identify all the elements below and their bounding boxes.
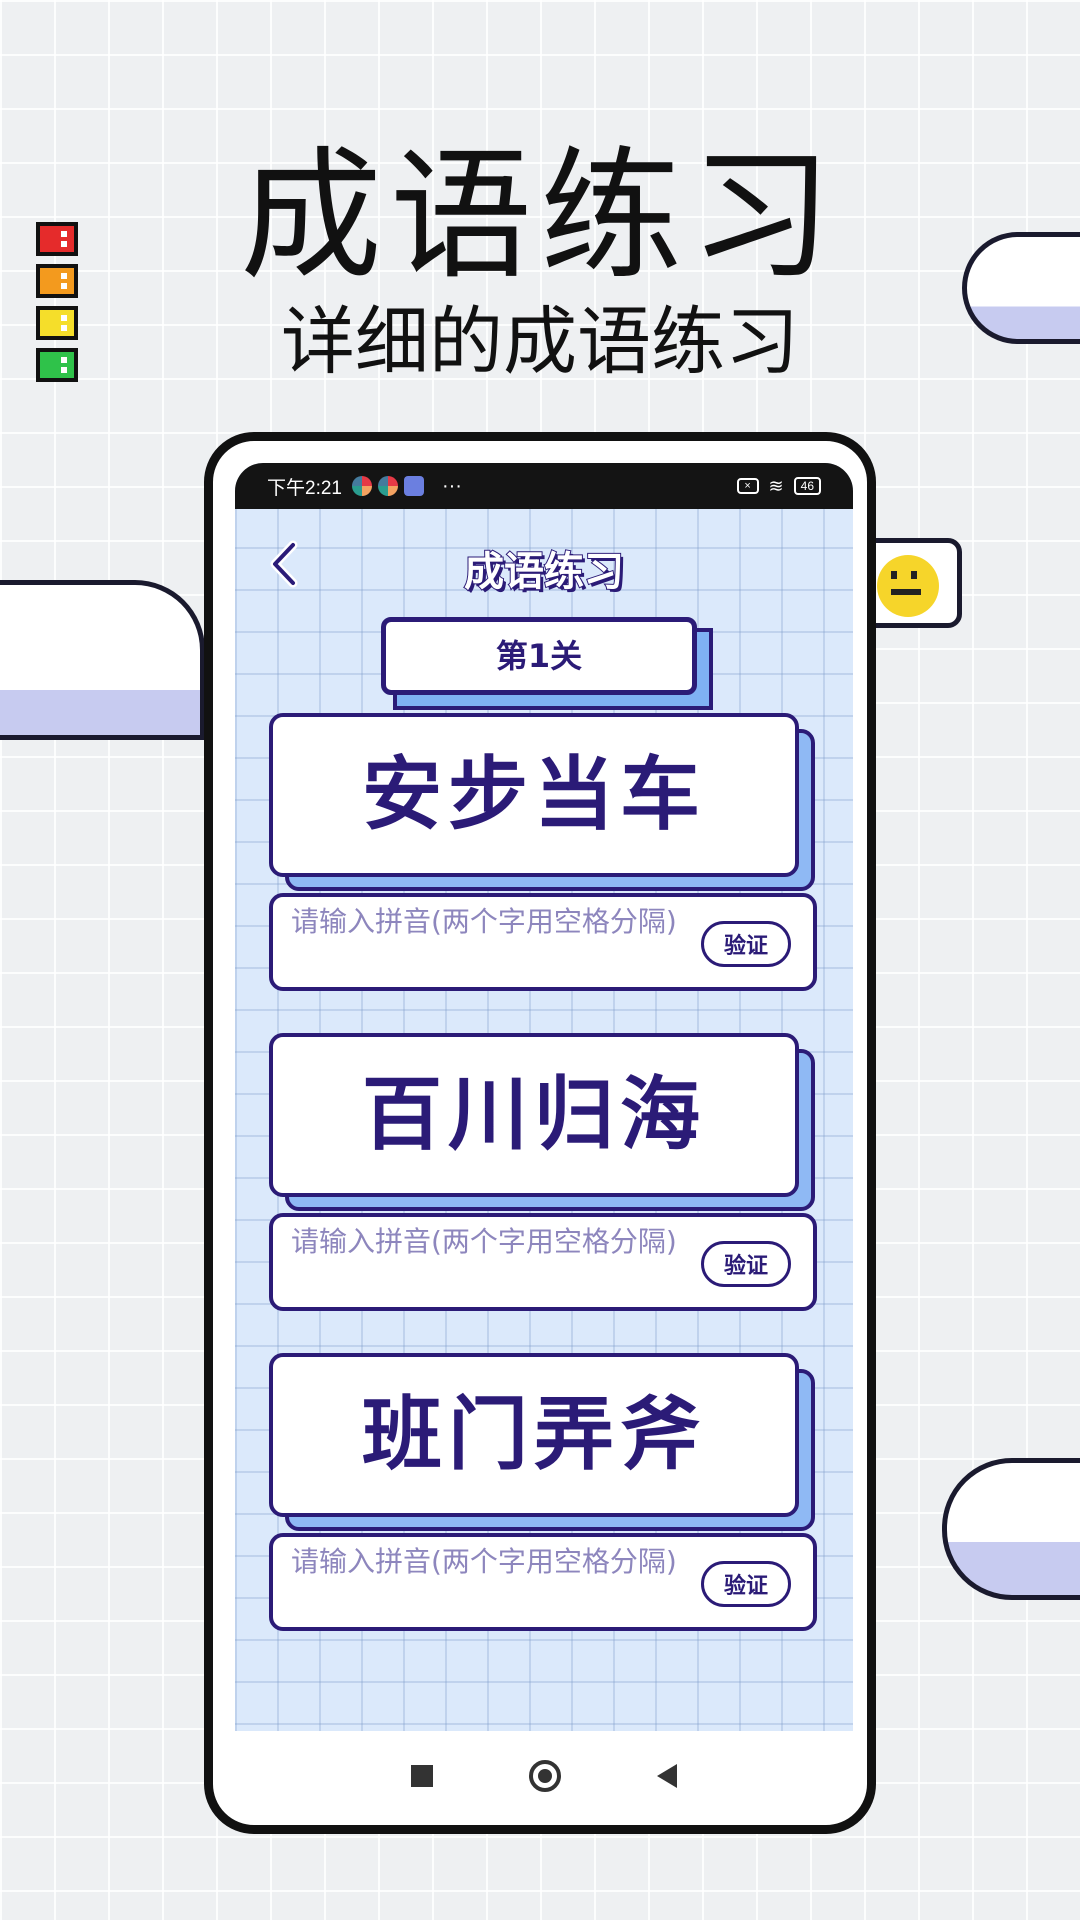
- cloud-icon: [942, 1458, 1080, 1600]
- idiom-card: 百川归海: [269, 1033, 799, 1197]
- system-nav-bar: [235, 1731, 853, 1821]
- battery-icon: 46: [793, 477, 821, 495]
- cloud-icon: [962, 232, 1080, 344]
- pinyin-input[interactable]: [291, 901, 691, 985]
- cloud-icon: [0, 580, 205, 740]
- wifi-icon: ≋: [768, 475, 784, 496]
- red-block-icon: [36, 222, 78, 256]
- screen-title: 成语练习: [463, 548, 625, 596]
- promo-title: 成语练习: [240, 134, 840, 299]
- smiley-icon: [877, 555, 939, 617]
- back-triangle-icon[interactable]: [657, 1764, 677, 1788]
- verify-button[interactable]: 验证: [701, 921, 791, 967]
- app-screen: 下午2:21 ··· × ≋ 46 成语练习 第1关 安步当车 验证: [235, 463, 853, 1731]
- pinyin-input[interactable]: [291, 1541, 691, 1625]
- more-notifications-icon: ···: [441, 474, 462, 497]
- answer-row: 验证: [269, 1533, 817, 1631]
- yellow-block-icon: [36, 306, 78, 340]
- home-circle-icon[interactable]: [529, 1760, 561, 1792]
- verify-button[interactable]: 验证: [701, 1561, 791, 1607]
- verify-button[interactable]: 验证: [701, 1241, 791, 1287]
- status-time: 下午2:21: [267, 477, 342, 499]
- green-block-icon: [36, 348, 78, 382]
- idiom-card: 安步当车: [269, 713, 799, 877]
- status-bar: 下午2:21 ··· × ≋ 46: [235, 463, 853, 509]
- recents-square-icon[interactable]: [411, 1765, 433, 1787]
- idiom-card: 班门弄斧: [269, 1353, 799, 1517]
- promo-subtitle: 详细的成语练习: [281, 299, 799, 385]
- level-banner: 第1关: [381, 617, 697, 695]
- app-notification-icon: [351, 476, 372, 496]
- orange-block-icon: [36, 264, 78, 298]
- sim-off-icon: ×: [736, 478, 759, 494]
- phone-frame: 下午2:21 ··· × ≋ 46 成语练习 第1关 安步当车 验证: [204, 432, 876, 1834]
- block-stack-decoration: [36, 222, 80, 390]
- app-notification-icon: [403, 476, 424, 496]
- answer-row: 验证: [269, 893, 817, 991]
- status-right-group: × ≋ 46: [736, 475, 821, 497]
- app-notification-icon: [377, 476, 398, 496]
- answer-row: 验证: [269, 1213, 817, 1311]
- pinyin-input[interactable]: [291, 1221, 691, 1305]
